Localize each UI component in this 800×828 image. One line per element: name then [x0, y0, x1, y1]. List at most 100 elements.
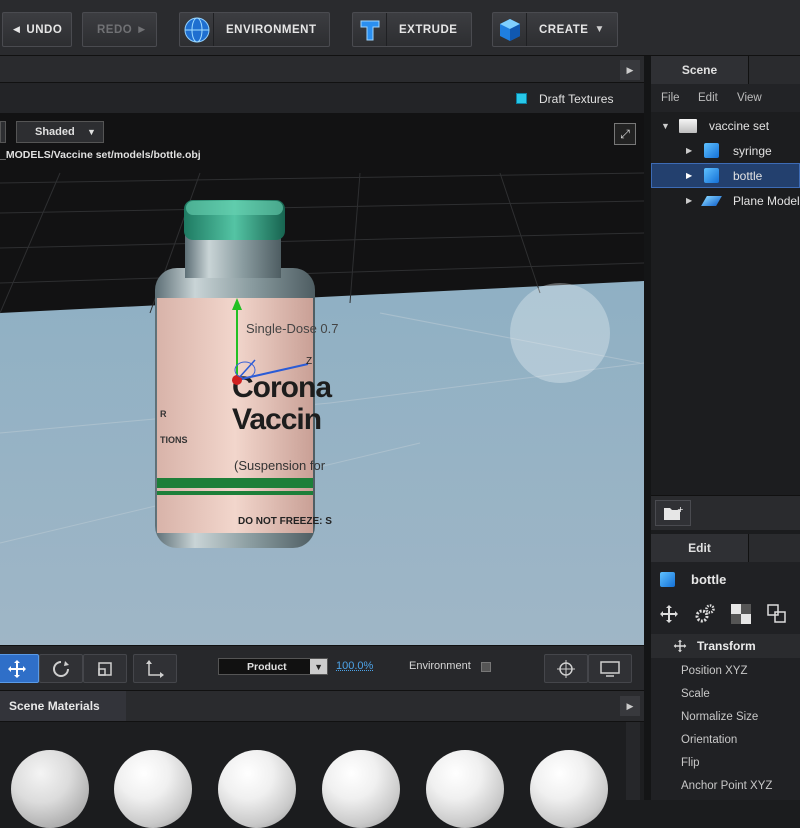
rotate-tool-icon[interactable]: [39, 654, 83, 683]
tab-scene-materials[interactable]: Scene Materials: [0, 691, 126, 721]
transform-gizmo[interactable]: [220, 298, 320, 388]
collapse-panel-icon[interactable]: ▶: [620, 60, 640, 80]
prop-flip[interactable]: Flip: [681, 757, 700, 769]
cube-icon: [704, 168, 719, 183]
prop-anchor-point-xyz[interactable]: Anchor Point XYZ: [681, 780, 772, 792]
tree-item-plane-model[interactable]: ▶ Plane Model: [651, 188, 800, 213]
chevron-right-icon: ▶: [686, 171, 693, 180]
tree-item-label: Plane Model: [733, 193, 800, 208]
edit-tab-label: Edit: [688, 541, 711, 555]
3d-viewport[interactable]: Single-Dose 0.7 Corona Vaccin (Suspensio…: [0, 113, 644, 645]
shading-mode-value: Shaded: [35, 126, 75, 138]
material-swatch-label[interactable]: [11, 750, 89, 828]
move-tool-icon[interactable]: [0, 654, 39, 683]
extrude-label: EXTRUDE: [399, 23, 458, 36]
chevron-right-icon: ▶: [138, 24, 146, 34]
materials-header: Scene Materials ▶: [0, 690, 644, 722]
undo-button[interactable]: ◀ UNDO: [2, 12, 72, 47]
draft-textures-checkbox[interactable]: [516, 93, 527, 104]
uv-map-icon[interactable]: [766, 603, 788, 625]
scene-panel-footer: +: [651, 495, 800, 530]
cube-icon: [493, 13, 527, 46]
environment-checkbox[interactable]: [481, 662, 491, 672]
chevron-left-icon: ◀: [13, 24, 21, 34]
folder-icon: [679, 118, 697, 133]
chevron-down-icon: ▼: [661, 120, 670, 131]
svg-text:+: +: [677, 505, 683, 514]
edit-panel: [651, 562, 800, 800]
gizmo-z-label: Z: [306, 356, 313, 367]
tab-scene[interactable]: Scene: [651, 56, 749, 84]
redo-button[interactable]: REDO ▶: [82, 12, 157, 47]
move-icon: [673, 639, 687, 653]
environment-button[interactable]: ENVIRONMENT: [179, 12, 330, 47]
chevron-down-icon: ▼: [87, 127, 96, 137]
camera-mode-value: Product: [247, 660, 287, 673]
scene-panel-header: Scene: [651, 56, 800, 84]
collapse-panel-icon[interactable]: ▶: [620, 696, 640, 716]
bottle-label-side2: TIONS: [160, 435, 188, 445]
top-toolbar: ◀ UNDO REDO ▶ ENVIRONMENT EXTRUDE CREATE…: [0, 0, 800, 56]
file-path: _MODELS/Vaccine set/models/bottle.obj: [0, 149, 201, 161]
menu-view[interactable]: View: [737, 92, 762, 104]
tree-item-label: bottle: [733, 168, 763, 183]
viewport-header: ▶: [0, 56, 644, 83]
maximize-viewport-icon[interactable]: ⤢: [614, 123, 636, 145]
panel-divider[interactable]: [644, 56, 651, 800]
bottle-label-sub: (Suspension for: [234, 458, 326, 473]
material-swatch[interactable]: [218, 750, 296, 828]
tab-edit[interactable]: Edit: [651, 534, 749, 562]
chevron-right-icon: ▶: [686, 146, 693, 155]
environment-toggle-label: Environment: [409, 660, 471, 672]
prop-normalize-size[interactable]: Normalize Size: [681, 711, 758, 723]
globe-icon: [180, 13, 214, 46]
cube-icon: [704, 143, 719, 158]
viewport-bottom-bar: Product ▼ 100.0% Environment: [0, 645, 644, 690]
bottle-label-side1: R: [160, 409, 167, 419]
redo-label: REDO: [97, 23, 133, 36]
material-swatch[interactable]: [530, 750, 608, 828]
tree-item-vaccine-set[interactable]: ▼ vaccine set: [651, 113, 800, 138]
prop-orientation[interactable]: Orientation: [681, 734, 737, 746]
menu-file[interactable]: File: [661, 92, 680, 104]
plane-icon: [701, 195, 722, 206]
undo-label: UNDO: [26, 23, 63, 36]
materials-scrollbar[interactable]: [626, 722, 640, 800]
material-swatch[interactable]: [322, 750, 400, 828]
prop-scale[interactable]: Scale: [681, 688, 710, 700]
extrude-text-icon: [353, 13, 387, 46]
material-checker-icon[interactable]: [731, 604, 751, 624]
create-button[interactable]: CREATE ▼: [492, 12, 618, 47]
gears-icon[interactable]: [694, 603, 716, 625]
chevron-down-icon: ▼: [594, 24, 605, 35]
scale-tool-icon[interactable]: [83, 654, 127, 683]
view-selector-stub[interactable]: [0, 121, 6, 143]
camera-mode-select[interactable]: Product ▼: [218, 658, 328, 675]
transform-section-label: Transform: [697, 639, 756, 653]
tree-item-bottle[interactable]: ▶ bottle: [651, 163, 800, 188]
transform-icon[interactable]: [658, 603, 680, 625]
target-icon[interactable]: [544, 654, 588, 683]
chevron-down-icon: ▼: [310, 659, 327, 674]
bottle-label-warning: DO NOT FREEZE: S: [238, 516, 332, 527]
viewport-options-bar: Draft Textures: [0, 83, 644, 113]
material-swatch[interactable]: [426, 750, 504, 828]
prop-position-xyz[interactable]: Position XYZ: [681, 665, 747, 677]
material-swatch[interactable]: [114, 750, 192, 828]
menu-edit[interactable]: Edit: [698, 92, 718, 104]
environment-label: ENVIRONMENT: [226, 23, 317, 36]
transform-section-header[interactable]: Transform: [651, 634, 800, 658]
zoom-value[interactable]: 100.0%: [336, 660, 373, 672]
add-folder-icon[interactable]: +: [655, 500, 691, 526]
shading-mode-select[interactable]: Shaded ▼: [16, 121, 104, 143]
bottle-label-title2: Vaccin: [232, 403, 322, 436]
edit-object-name: bottle: [691, 572, 727, 587]
extrude-button[interactable]: EXTRUDE: [352, 12, 472, 47]
display-icon[interactable]: [588, 654, 632, 683]
tree-item-syringe[interactable]: ▶ syringe: [651, 138, 800, 163]
cube-icon: [660, 572, 675, 587]
scene-tab-label: Scene: [681, 63, 718, 77]
tree-item-label: syringe: [733, 143, 772, 158]
axis-tool-icon[interactable]: [133, 654, 177, 683]
draft-textures-label: Draft Textures: [539, 92, 614, 106]
